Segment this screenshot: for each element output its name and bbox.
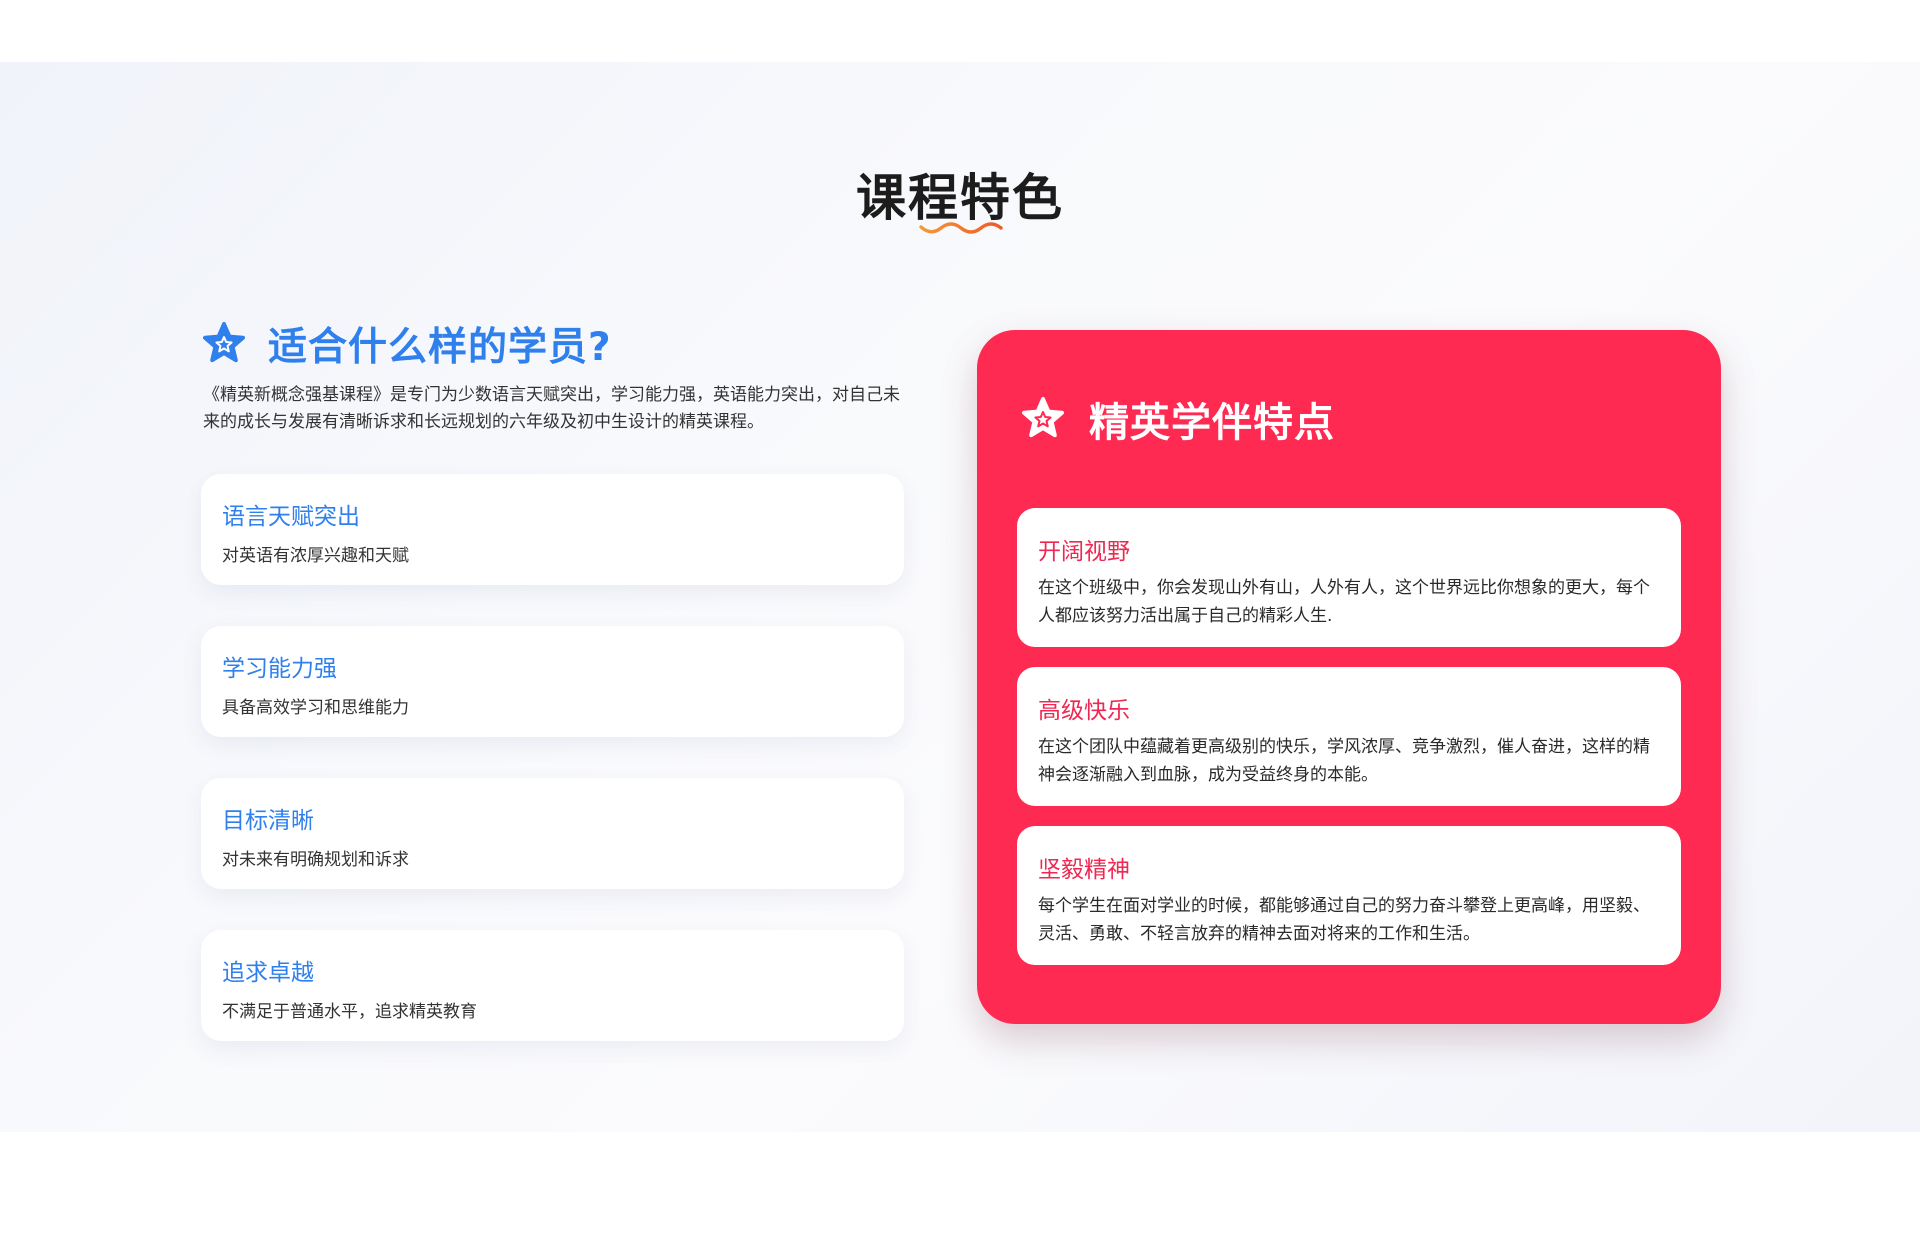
star-icon (203, 322, 245, 363)
feature-card-learning-ability: 学习能力强 具备高效学习和思维能力 (201, 626, 904, 737)
feature-title: 学习能力强 (222, 656, 337, 682)
star-icon (1022, 397, 1064, 438)
suitable-students-title: 适合什么样的学员? (268, 325, 612, 370)
feature-card-pursue-excellence: 追求卓越 不满足于普通水平，追求精英教育 (201, 930, 904, 1041)
feature-desc: 具备高效学习和思维能力 (222, 698, 409, 718)
trait-title: 开阔视野 (1038, 539, 1130, 565)
feature-desc: 对未来有明确规划和诉求 (222, 850, 409, 870)
suitable-students-heading: 适合什么样的学员? (200, 318, 612, 370)
feature-card-clear-goals: 目标清晰 对未来有明确规划和诉求 (201, 778, 904, 889)
trait-title: 高级快乐 (1038, 698, 1130, 724)
elite-peers-title: 精英学伴特点 (1089, 400, 1335, 446)
trait-desc: 每个学生在面对学业的时候，都能够通过自己的努力奋斗攀登上更高峰，用坚毅、灵活、勇… (1038, 896, 1650, 944)
feature-title: 语言天赋突出 (222, 504, 360, 530)
feature-title: 目标清晰 (222, 808, 314, 834)
course-description: 《精英新概念强基课程》是专门为少数语言天赋突出，学习能力强，英语能力突出，对自己… (203, 385, 900, 432)
title-wave-decoration (919, 222, 1003, 234)
feature-title: 追求卓越 (222, 960, 314, 986)
section-title: 课程特色 (856, 169, 1064, 227)
feature-desc: 不满足于普通水平，追求精英教育 (222, 1002, 477, 1022)
trait-card-higher-happiness: 高级快乐 在这个团队中蕴藏着更高级别的快乐，学风浓厚、竞争激烈，催人奋进，这样的… (1017, 667, 1681, 806)
elite-peers-heading: 精英学伴特点 (1019, 392, 1335, 446)
trait-desc: 在这个班级中，你会发现山外有山，人外有人，这个世界远比你想象的更大，每个人都应该… (1038, 578, 1650, 626)
trait-card-broaden-horizons: 开阔视野 在这个班级中，你会发现山外有山，人外有人，这个世界远比你想象的更大，每… (1017, 508, 1681, 647)
trait-title: 坚毅精神 (1038, 857, 1130, 883)
feature-card-language-talent: 语言天赋突出 对英语有浓厚兴趣和天赋 (201, 474, 904, 585)
trait-card-perseverance: 坚毅精神 每个学生在面对学业的时候，都能够通过自己的努力奋斗攀登上更高峰，用坚毅… (1017, 826, 1681, 965)
elite-peers-panel: 精英学伴特点 开阔视野 在这个班级中，你会发现山外有山，人外有人，这个世界远比你… (977, 330, 1721, 1024)
feature-desc: 对英语有浓厚兴趣和天赋 (222, 546, 409, 566)
trait-desc: 在这个团队中蕴藏着更高级别的快乐，学风浓厚、竞争激烈，催人奋进，这样的精神会逐渐… (1038, 737, 1650, 785)
